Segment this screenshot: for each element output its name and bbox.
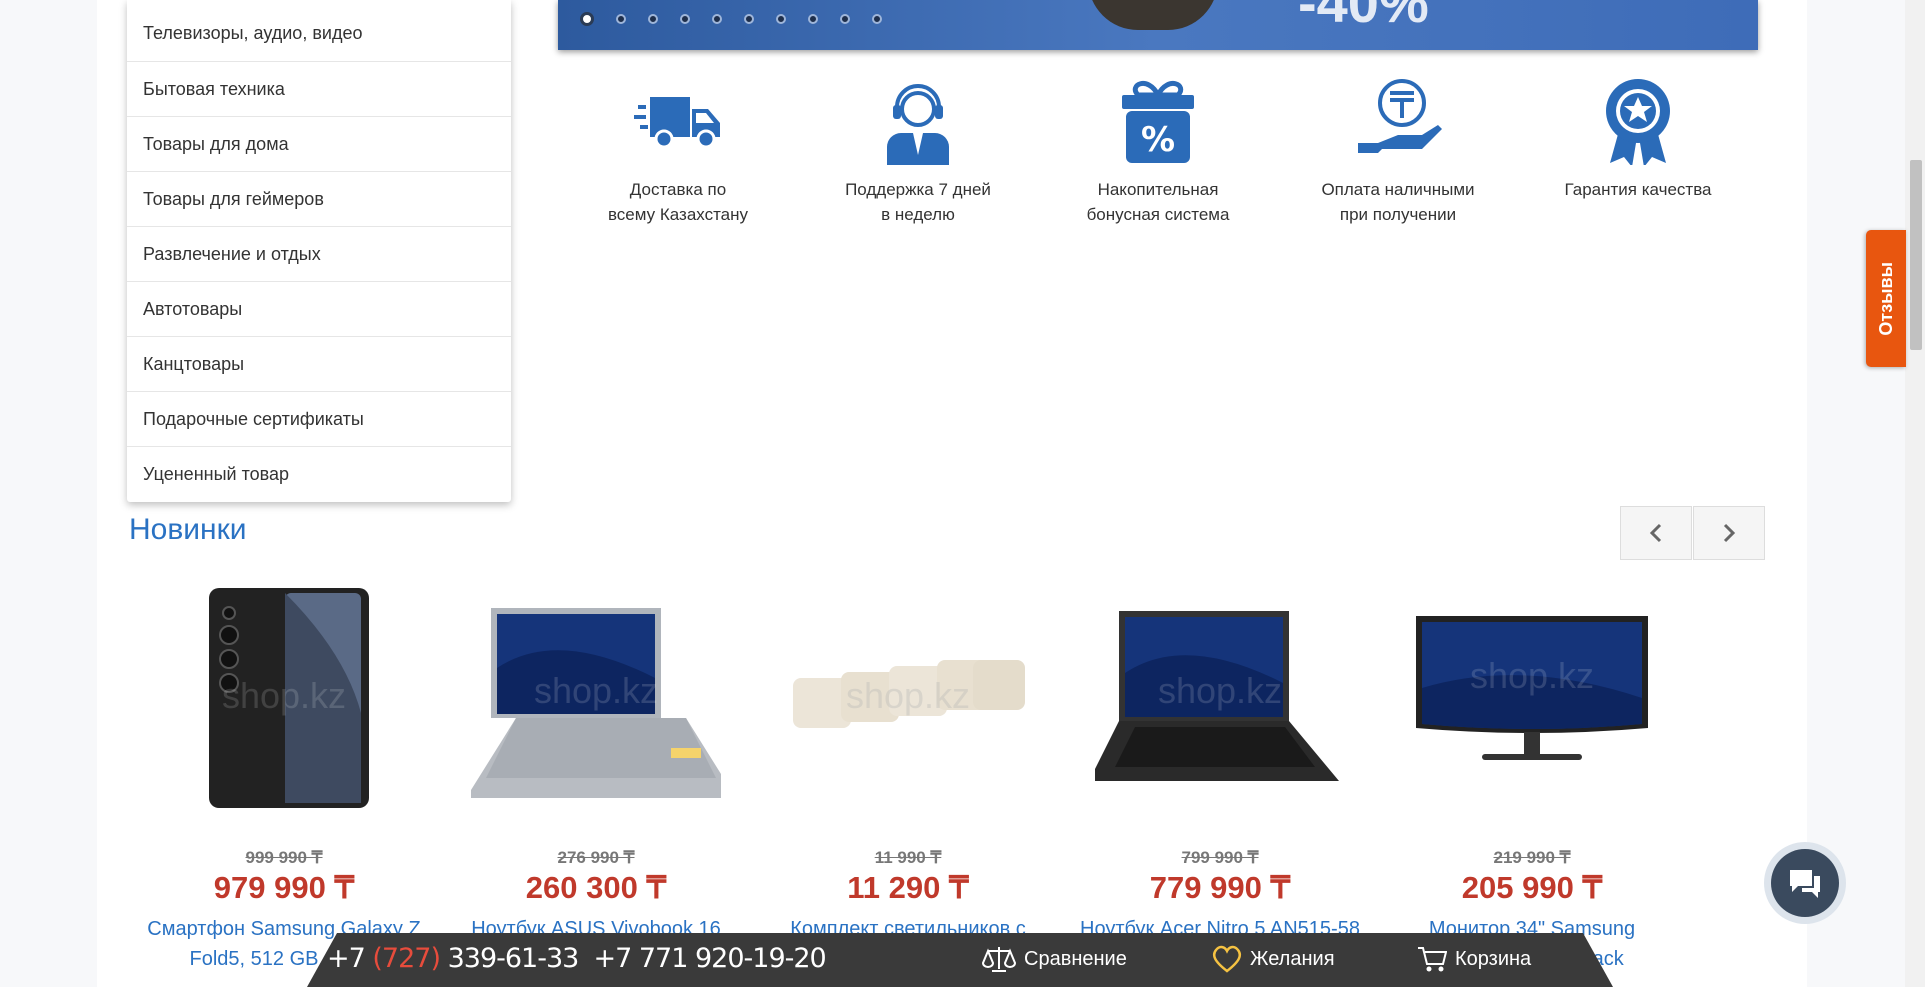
feature-cash-payment: Оплата наличными при получении bbox=[1278, 75, 1518, 227]
compare-label: Сравнение bbox=[1024, 947, 1127, 970]
category-menu: Телевизоры, аудио, видео Бытовая техника… bbox=[127, 0, 511, 502]
product-image[interactable]: shop.kz bbox=[440, 578, 752, 818]
product-price: 779 990 ₸ bbox=[1149, 870, 1291, 905]
banner-dot[interactable] bbox=[872, 14, 882, 24]
chevron-left-icon bbox=[1649, 523, 1662, 543]
category-item-gift-cards[interactable]: Подарочные сертификаты bbox=[127, 391, 511, 446]
product-price: 205 990 ₸ bbox=[1461, 870, 1603, 905]
category-item-stationery[interactable]: Канцтовары bbox=[127, 336, 511, 391]
reviews-tab[interactable]: Отзывы bbox=[1866, 230, 1906, 367]
chat-icon bbox=[1771, 849, 1839, 917]
phone-number-mobile[interactable]: +7 771 920-19-20 bbox=[594, 943, 827, 974]
banner-promo-text: -40% bbox=[1298, 0, 1429, 34]
feature-label: Накопительная бонусная система bbox=[1086, 180, 1230, 224]
category-item-home-goods[interactable]: Товары для дома bbox=[127, 116, 511, 171]
product-carousel: shop.kz 999 990 ₸ 979 990 ₸ Смартфон Sam… bbox=[128, 578, 1688, 974]
watermark-text: shop.kz bbox=[534, 670, 658, 711]
watermark-text: shop.kz bbox=[1470, 655, 1594, 696]
scales-icon bbox=[982, 947, 1016, 972]
phone-numbers: +7 (727) 339-61-33 +7 771 920-19-20 bbox=[327, 943, 827, 974]
product-old-price: 11 990 ₸ bbox=[874, 848, 942, 867]
banner-dot[interactable] bbox=[680, 14, 690, 24]
banner-dot[interactable] bbox=[648, 14, 658, 24]
product-old-price: 999 990 ₸ bbox=[245, 848, 323, 867]
quality-badge-icon bbox=[1518, 75, 1758, 167]
bonus-gift-icon: % bbox=[1038, 75, 1278, 167]
product-image[interactable]: shop.kz bbox=[1064, 578, 1376, 818]
product-image[interactable]: shop.kz bbox=[752, 578, 1064, 818]
cash-payment-icon bbox=[1278, 75, 1518, 167]
wishlist-button[interactable]: Желания bbox=[1212, 945, 1335, 973]
banner-dot[interactable] bbox=[744, 14, 754, 24]
watermark-text: shop.kz bbox=[1158, 670, 1282, 711]
banner-dot[interactable] bbox=[808, 14, 818, 24]
product-price: 11 290 ₸ bbox=[847, 870, 969, 905]
banner-dot[interactable] bbox=[712, 14, 722, 24]
cart-label: Корзина bbox=[1455, 947, 1532, 970]
product-card[interactable]: shop.kz 11 990 ₸ 11 290 ₸ Комплект свети… bbox=[752, 578, 1064, 974]
category-item-entertainment[interactable]: Развлечение и отдых bbox=[127, 226, 511, 281]
category-item-home-appliances[interactable]: Бытовая техника bbox=[127, 61, 511, 116]
feature-support: Поддержка 7 дней в неделю bbox=[798, 75, 1038, 227]
support-agent-icon bbox=[798, 75, 1038, 167]
category-item-gamers[interactable]: Товары для геймеров bbox=[127, 171, 511, 226]
wishlist-label: Желания bbox=[1250, 947, 1335, 970]
product-price: 260 300 ₸ bbox=[525, 870, 667, 905]
watermark-text: shop.kz bbox=[846, 675, 970, 716]
feature-label: Поддержка 7 дней в неделю bbox=[845, 180, 991, 224]
feature-delivery: Доставка по всему Казахстану bbox=[558, 75, 798, 227]
product-price: 979 990 ₸ bbox=[213, 870, 355, 905]
phone-prefix: +7 bbox=[327, 943, 373, 974]
section-title: Новинки bbox=[129, 513, 247, 546]
feature-label: Оплата наличными при получении bbox=[1321, 180, 1475, 224]
category-item-tv-audio-video[interactable]: Телевизоры, аудио, видео bbox=[127, 6, 511, 61]
feature-label: Гарантия качества bbox=[1564, 180, 1712, 199]
product-image[interactable]: shop.kz bbox=[128, 578, 440, 818]
chat-button[interactable] bbox=[1764, 842, 1846, 924]
phone-number[interactable]: 339-61-33 bbox=[440, 943, 580, 974]
banner-product-image bbox=[1088, 0, 1218, 30]
product-image[interactable]: shop.kz bbox=[1376, 578, 1688, 818]
product-card[interactable]: shop.kz 276 990 ₸ 260 300 ₸ Ноутбук ASUS… bbox=[440, 578, 752, 974]
svg-text:%: % bbox=[1141, 120, 1175, 160]
compare-button[interactable]: Сравнение bbox=[982, 945, 1127, 973]
promo-banner[interactable]: -40% bbox=[558, 0, 1758, 50]
product-card[interactable]: shop.kz 799 990 ₸ 779 990 ₸ Ноутбук Acer… bbox=[1064, 578, 1376, 974]
features-row: Доставка по всему Казахстану Поддержка 7… bbox=[558, 75, 1758, 227]
scrollbar-thumb[interactable] bbox=[1910, 160, 1922, 350]
bottom-bar: +7 (727) 339-61-33 +7 771 920-19-20 Срав… bbox=[307, 933, 1613, 987]
banner-dot[interactable] bbox=[840, 14, 850, 24]
carousel-controls bbox=[1620, 506, 1765, 560]
carousel-prev-button[interactable] bbox=[1620, 506, 1692, 560]
chevron-right-icon bbox=[1723, 523, 1736, 543]
product-card[interactable]: shop.kz 219 990 ₸ 205 990 ₸ Монитор 34" … bbox=[1376, 578, 1688, 974]
heart-icon bbox=[1212, 945, 1242, 973]
banner-dots bbox=[580, 12, 904, 26]
feature-label: Доставка по всему Казахстану bbox=[607, 180, 749, 224]
cart-icon bbox=[1418, 947, 1447, 972]
category-item-discounted[interactable]: Уцененный товар bbox=[127, 446, 511, 501]
product-old-price: 219 990 ₸ bbox=[1493, 848, 1571, 867]
delivery-truck-icon bbox=[558, 75, 798, 167]
banner-dot[interactable] bbox=[616, 14, 626, 24]
category-item-auto[interactable]: Автотовары bbox=[127, 281, 511, 336]
banner-dot[interactable] bbox=[580, 12, 594, 26]
carousel-next-button[interactable] bbox=[1693, 506, 1765, 560]
page-scrollbar[interactable] bbox=[1905, 0, 1925, 987]
feature-quality: Гарантия качества bbox=[1518, 75, 1758, 227]
banner-dot[interactable] bbox=[776, 14, 786, 24]
phone-area-code: (727) bbox=[372, 943, 441, 974]
reviews-tab-label: Отзывы bbox=[1875, 261, 1896, 336]
watermark-text: shop.kz bbox=[222, 675, 346, 716]
product-old-price: 276 990 ₸ bbox=[557, 848, 635, 867]
feature-bonus: % Накопительная бонусная система bbox=[1038, 75, 1278, 227]
cart-button[interactable]: Корзина bbox=[1417, 945, 1531, 973]
product-old-price: 799 990 ₸ bbox=[1181, 848, 1259, 867]
product-card[interactable]: shop.kz 999 990 ₸ 979 990 ₸ Смартфон Sam… bbox=[128, 578, 440, 974]
